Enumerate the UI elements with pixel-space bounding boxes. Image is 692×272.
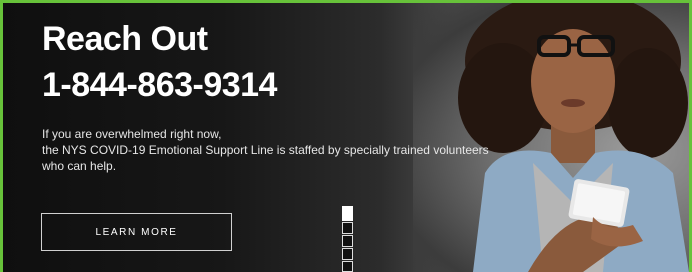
indicator-segment bbox=[342, 261, 353, 272]
phone-number[interactable]: 1-844-863-9314 bbox=[42, 66, 277, 104]
indicator-segment bbox=[342, 222, 353, 234]
indicator-segment bbox=[342, 235, 353, 247]
body-text: If you are overwhelmed right now, the NY… bbox=[42, 126, 582, 174]
indicator-segment bbox=[342, 206, 353, 221]
hero-banner: Reach Out 1-844-863-9314 If you are over… bbox=[3, 3, 689, 272]
indicator-segment bbox=[342, 248, 353, 260]
body-line: the NYS COVID-19 Emotional Support Line … bbox=[42, 143, 489, 157]
body-line: who can help. bbox=[42, 159, 117, 173]
learn-more-button[interactable]: LEARN MORE bbox=[41, 213, 232, 251]
slide-indicator-icon[interactable] bbox=[342, 206, 353, 272]
body-line: If you are overwhelmed right now, bbox=[42, 127, 222, 141]
headline: Reach Out bbox=[42, 20, 208, 58]
